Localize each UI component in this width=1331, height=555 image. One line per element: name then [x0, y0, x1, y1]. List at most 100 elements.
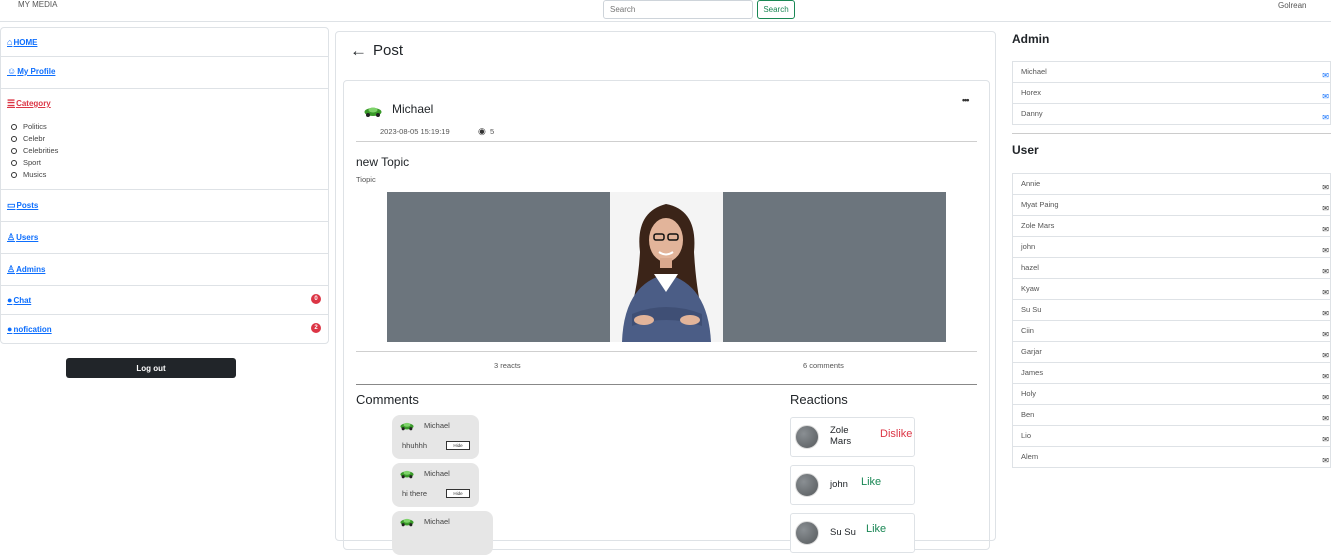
- admin-list-item[interactable]: Michael ✉: [1012, 62, 1331, 83]
- user-list-item[interactable]: Annie ✉: [1012, 174, 1331, 195]
- back-arrow-icon[interactable]: ←: [350, 41, 367, 61]
- sidebar-item-posts[interactable]: ▭ Posts: [1, 190, 328, 222]
- reaction-type: Like: [861, 476, 882, 488]
- user-name: john: [1021, 242, 1036, 251]
- user-list-item[interactable]: Garjar ✉: [1012, 342, 1331, 363]
- home-link[interactable]: ⌂ HOME: [7, 37, 37, 47]
- reaction-type: Like: [866, 523, 887, 535]
- logout-button[interactable]: Log out: [66, 358, 236, 378]
- car-avatar-icon: [400, 518, 414, 527]
- user-heading: User: [1012, 143, 1039, 157]
- chat-link[interactable]: ● Chat: [7, 295, 31, 305]
- main-panel: ← Post Michael 2023-08-05 15:19:19 ◉ 5 •…: [335, 31, 996, 555]
- post-author[interactable]: Michael: [392, 102, 433, 116]
- sidebar-item-home[interactable]: ⌂ HOME: [1, 28, 328, 57]
- divider: [356, 141, 977, 142]
- user-name: Garjar: [1021, 347, 1042, 356]
- user-list-item[interactable]: Myat Paing ✉: [1012, 195, 1331, 216]
- post-subtitle: Tiopic: [356, 175, 376, 184]
- category-list: Politics Celebr Celebrities Sport Musics: [10, 122, 58, 182]
- user-list: Annie ✉ Myat Paing ✉ Zole Mars ✉ john ✉ hazel ✉ Ky…: [1012, 173, 1331, 468]
- category-link[interactable]: ☰ Category: [7, 98, 51, 109]
- my-profile-link[interactable]: ☺ My Profile: [7, 66, 55, 76]
- users-link[interactable]: ♙ Users: [7, 232, 38, 243]
- user-list-item[interactable]: hazel ✉: [1012, 258, 1331, 279]
- user-name: Lio: [1021, 431, 1032, 440]
- user-list-item[interactable]: Lio ✉: [1012, 426, 1331, 447]
- reacts-count[interactable]: 3 reacts: [494, 361, 521, 370]
- sidebar: ⌂ HOME ☺ My Profile ☰ Category Politics Cel…: [0, 27, 329, 344]
- sidebar-item-admins[interactable]: ♙ Admins: [1, 254, 328, 286]
- comment-item: Michael: [392, 511, 493, 555]
- sidebar-item-chat[interactable]: ● Chat 0: [1, 286, 328, 315]
- envelope-icon[interactable]: ✉: [1322, 451, 1329, 471]
- user-name: Ben: [1021, 410, 1035, 419]
- post-date: 2023-08-05 15:19:19: [380, 127, 450, 136]
- user-name: Su Su: [1021, 305, 1042, 314]
- sidebar-item-profile[interactable]: ☺ My Profile: [1, 57, 328, 89]
- user-list-item[interactable]: Zole Mars ✉: [1012, 216, 1331, 237]
- comment-item: Michael hi there Hide: [392, 463, 479, 507]
- user-name: hazel: [1021, 263, 1039, 272]
- sidebar-item-users[interactable]: ♙ Users: [1, 222, 328, 254]
- more-options-icon[interactable]: •••: [962, 95, 970, 105]
- user-list-item[interactable]: James ✉: [1012, 363, 1331, 384]
- comments-count[interactable]: 6 comments: [803, 361, 844, 370]
- posts-link[interactable]: ▭ Posts: [7, 200, 38, 211]
- category-item-celebrities[interactable]: Celebrities: [10, 146, 58, 158]
- user-list-item[interactable]: Alem ✉: [1012, 447, 1331, 468]
- admin-list: Michael ✉ Horex ✉ Danny ✉: [1012, 61, 1331, 125]
- brand-logo[interactable]: MY MEDIA: [18, 0, 57, 9]
- reaction-item: Zole Mars Dislike: [790, 417, 915, 457]
- comment-author[interactable]: Michael: [424, 517, 450, 526]
- category-item-politics[interactable]: Politics: [10, 122, 58, 134]
- reaction-user-name-line2: Mars: [830, 436, 852, 447]
- car-avatar-icon: [400, 422, 414, 431]
- user-name: Zole Mars: [1021, 221, 1055, 230]
- avatar: [795, 473, 819, 497]
- sidebar-item-notification[interactable]: ● nofication 2: [1, 315, 328, 344]
- user-list-item[interactable]: Kyaw ✉: [1012, 279, 1331, 300]
- reaction-item: Su Su Like: [790, 513, 915, 553]
- user-list-item[interactable]: Holy ✉: [1012, 384, 1331, 405]
- user-list-item[interactable]: Ciin ✉: [1012, 321, 1331, 342]
- divider: [356, 351, 977, 352]
- list-icon: ☰: [7, 98, 16, 108]
- post-card: Michael 2023-08-05 15:19:19 ◉ 5 ••• new …: [343, 80, 990, 555]
- person-icon: ♙: [7, 232, 16, 242]
- hide-comment-button[interactable]: Hide: [446, 441, 470, 450]
- comment-author[interactable]: Michael: [424, 469, 450, 478]
- post-title: new Topic: [356, 155, 410, 169]
- notification-link[interactable]: ● nofication: [7, 324, 52, 334]
- hide-comment-button[interactable]: Hide: [446, 489, 470, 498]
- current-username[interactable]: Golrean: [1278, 1, 1306, 10]
- admin-list-item[interactable]: Horex ✉: [1012, 83, 1331, 104]
- admins-link[interactable]: ♙ Admins: [7, 264, 45, 275]
- search-input[interactable]: [603, 0, 753, 19]
- reaction-user-name[interactable]: Zole Mars: [830, 425, 851, 447]
- category-item-musics[interactable]: Musics: [10, 170, 58, 182]
- category-item-sport[interactable]: Sport: [10, 158, 58, 170]
- comments-heading: Comments: [356, 392, 419, 407]
- comment-author[interactable]: Michael: [424, 421, 450, 430]
- woman-photo: [610, 192, 723, 342]
- envelope-icon[interactable]: ✉: [1322, 108, 1329, 128]
- top-navbar: MY MEDIA Search Golrean: [0, 0, 1331, 22]
- user-list-item[interactable]: john ✉: [1012, 237, 1331, 258]
- user-name: Annie: [1021, 179, 1041, 188]
- car-avatar-icon: [364, 107, 382, 117]
- search-button[interactable]: Search: [757, 0, 795, 19]
- category-item-celebr[interactable]: Celebr: [10, 134, 58, 146]
- user-list-item[interactable]: Ben ✉: [1012, 405, 1331, 426]
- comment-text: hi there: [402, 489, 428, 498]
- reaction-type: Dislike: [880, 428, 913, 440]
- admin-list-item[interactable]: Danny ✉: [1012, 104, 1331, 125]
- chat-count-badge: 0: [311, 294, 321, 304]
- user-list-item[interactable]: Su Su ✉: [1012, 300, 1331, 321]
- user-name: Kyaw: [1021, 284, 1040, 293]
- person-circle-icon: ☺: [7, 66, 17, 76]
- reaction-user-name[interactable]: john: [830, 479, 848, 490]
- user-name: Myat Paing: [1021, 200, 1059, 209]
- user-name: Ciin: [1021, 326, 1034, 335]
- eye-icon: ◉: [478, 126, 486, 136]
